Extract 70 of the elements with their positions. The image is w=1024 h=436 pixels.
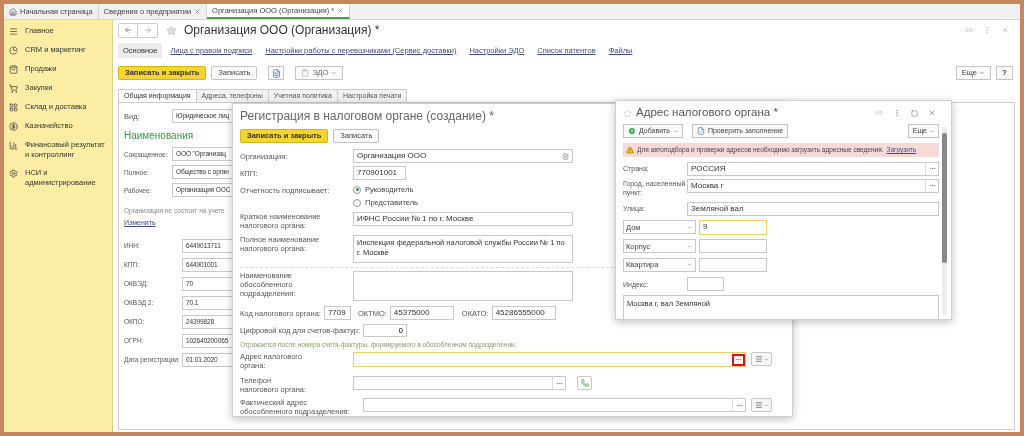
phone-icon xyxy=(580,379,589,387)
input-field[interactable]: Земляной вал xyxy=(687,201,939,216)
section-icon xyxy=(9,65,18,74)
section-icon xyxy=(9,141,18,150)
input-field[interactable]: 9 xyxy=(699,219,767,235)
input-field[interactable]: 45375000 xyxy=(389,306,454,320)
input-field[interactable]: ИФНС России № 1 по г. Москве xyxy=(353,212,573,226)
menu-button[interactable] xyxy=(751,352,772,366)
check-document-icon xyxy=(696,127,705,135)
caret-icon xyxy=(687,262,692,268)
close-icon[interactable] xyxy=(194,8,202,15)
forward-icon xyxy=(143,26,152,34)
caret-icon xyxy=(687,243,692,249)
input-field[interactable] xyxy=(699,257,767,272)
caret-icon xyxy=(672,128,678,134)
input-field[interactable]: 770901001 xyxy=(353,166,406,180)
choose-button[interactable] xyxy=(732,353,745,366)
radio-button[interactable] xyxy=(353,185,361,194)
home-icon xyxy=(9,7,17,16)
text-area[interactable] xyxy=(353,271,573,301)
call-button[interactable] xyxy=(577,376,592,390)
radio-button[interactable] xyxy=(353,198,361,207)
close-icon[interactable] xyxy=(928,109,936,117)
input-field[interactable]: 7709 xyxy=(323,306,351,320)
add-icon xyxy=(628,127,636,135)
menu-button[interactable] xyxy=(751,398,772,412)
input-field[interactable]: 45286555000 xyxy=(491,306,556,320)
section-icon xyxy=(9,46,18,55)
input-field[interactable]: РОССИЯ xyxy=(687,161,939,176)
input-field[interactable] xyxy=(363,398,746,412)
document-icon xyxy=(271,68,281,78)
star-icon[interactable] xyxy=(623,108,632,118)
list-icon xyxy=(754,401,763,409)
caret-icon xyxy=(763,356,769,362)
help-button[interactable]: ? xyxy=(996,66,1013,80)
star-icon[interactable] xyxy=(166,24,177,36)
scrollbar[interactable] xyxy=(942,127,947,315)
more-icon[interactable] xyxy=(983,26,991,34)
list-icon xyxy=(754,355,763,363)
dialog-title: Адрес налогового органа * xyxy=(636,105,778,121)
caret-icon xyxy=(929,128,934,134)
back-icon xyxy=(124,26,132,34)
caret-icon xyxy=(763,402,769,408)
window-title: Организация ООО (Организация) * xyxy=(184,22,380,39)
dialog-title: Регистрация в налоговом органе (создание) * xyxy=(240,109,494,124)
section-icon xyxy=(9,27,18,36)
open-icon[interactable] xyxy=(562,152,569,160)
warning-icon xyxy=(626,145,634,154)
more-icon[interactable] xyxy=(893,109,901,117)
input-field[interactable] xyxy=(353,352,746,367)
section-icon xyxy=(9,122,18,131)
section-icon xyxy=(9,84,18,93)
close-icon[interactable] xyxy=(337,7,345,14)
link-icon[interactable] xyxy=(875,109,883,117)
input-field[interactable] xyxy=(353,376,566,390)
caret-icon xyxy=(979,70,985,76)
section-icon xyxy=(9,103,18,112)
maximize-icon[interactable] xyxy=(911,109,918,117)
close-icon[interactable] xyxy=(1001,26,1009,34)
input-field[interactable] xyxy=(687,277,724,292)
input-field[interactable]: Москва г xyxy=(687,178,939,193)
caret-icon xyxy=(687,224,692,230)
input-field[interactable]: Организация ООО xyxy=(353,149,573,163)
input-field[interactable] xyxy=(699,239,767,254)
section-heading: Наименования xyxy=(124,129,194,143)
section-icon xyxy=(9,169,18,178)
clipboard-icon xyxy=(301,69,310,77)
print-button[interactable] xyxy=(268,66,285,80)
link-icon[interactable] xyxy=(965,26,973,34)
caret-icon xyxy=(331,70,338,76)
